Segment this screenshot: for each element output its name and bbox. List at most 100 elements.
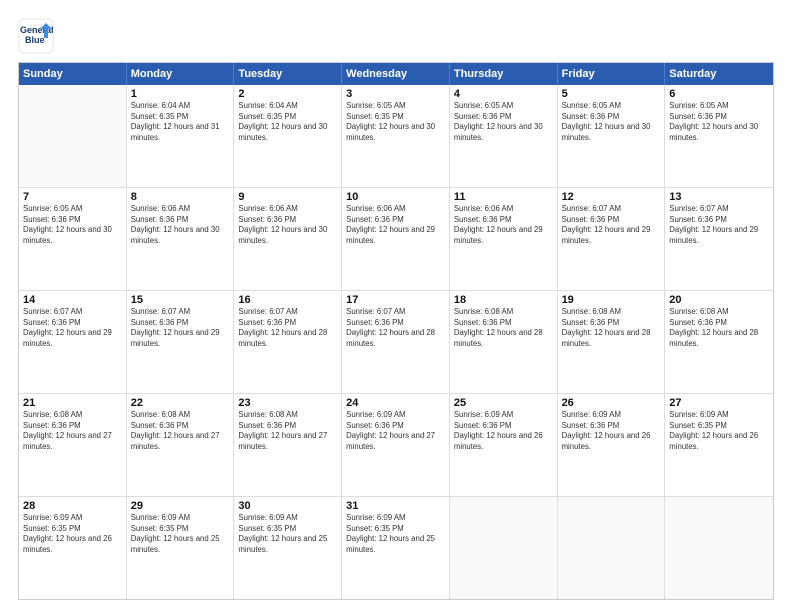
day-cell-27: 27Sunrise: 6:09 AM Sunset: 6:35 PM Dayli… xyxy=(665,394,773,496)
calendar: SundayMondayTuesdayWednesdayThursdayFrid… xyxy=(18,62,774,600)
calendar-header: SundayMondayTuesdayWednesdayThursdayFrid… xyxy=(19,63,773,85)
day-number: 9 xyxy=(238,191,337,203)
day-cell-26: 26Sunrise: 6:09 AM Sunset: 6:36 PM Dayli… xyxy=(558,394,666,496)
day-number: 27 xyxy=(669,397,769,409)
cell-text: Sunrise: 6:08 AM Sunset: 6:36 PM Dayligh… xyxy=(23,410,122,452)
svg-text:Blue: Blue xyxy=(25,35,45,45)
day-number: 15 xyxy=(131,294,230,306)
logo-icon: General Blue xyxy=(18,18,54,54)
cell-text: Sunrise: 6:06 AM Sunset: 6:36 PM Dayligh… xyxy=(454,204,553,246)
day-number: 31 xyxy=(346,500,445,512)
cell-text: Sunrise: 6:07 AM Sunset: 6:36 PM Dayligh… xyxy=(238,307,337,349)
day-cell-2: 2Sunrise: 6:04 AM Sunset: 6:35 PM Daylig… xyxy=(234,85,342,187)
day-number: 17 xyxy=(346,294,445,306)
day-cell-19: 19Sunrise: 6:08 AM Sunset: 6:36 PM Dayli… xyxy=(558,291,666,393)
empty-cell xyxy=(558,497,666,599)
cell-text: Sunrise: 6:06 AM Sunset: 6:36 PM Dayligh… xyxy=(131,204,230,246)
day-cell-24: 24Sunrise: 6:09 AM Sunset: 6:36 PM Dayli… xyxy=(342,394,450,496)
day-number: 7 xyxy=(23,191,122,203)
day-cell-7: 7Sunrise: 6:05 AM Sunset: 6:36 PM Daylig… xyxy=(19,188,127,290)
day-number: 21 xyxy=(23,397,122,409)
day-cell-25: 25Sunrise: 6:09 AM Sunset: 6:36 PM Dayli… xyxy=(450,394,558,496)
cell-text: Sunrise: 6:09 AM Sunset: 6:35 PM Dayligh… xyxy=(131,513,230,555)
day-number: 11 xyxy=(454,191,553,203)
cell-text: Sunrise: 6:08 AM Sunset: 6:36 PM Dayligh… xyxy=(562,307,661,349)
day-number: 10 xyxy=(346,191,445,203)
calendar-body: 1Sunrise: 6:04 AM Sunset: 6:35 PM Daylig… xyxy=(19,85,773,599)
week-5: 28Sunrise: 6:09 AM Sunset: 6:35 PM Dayli… xyxy=(19,497,773,599)
cell-text: Sunrise: 6:09 AM Sunset: 6:35 PM Dayligh… xyxy=(238,513,337,555)
week-4: 21Sunrise: 6:08 AM Sunset: 6:36 PM Dayli… xyxy=(19,394,773,497)
cell-text: Sunrise: 6:09 AM Sunset: 6:35 PM Dayligh… xyxy=(23,513,122,555)
cell-text: Sunrise: 6:09 AM Sunset: 6:36 PM Dayligh… xyxy=(562,410,661,452)
day-number: 20 xyxy=(669,294,769,306)
day-cell-4: 4Sunrise: 6:05 AM Sunset: 6:36 PM Daylig… xyxy=(450,85,558,187)
cell-text: Sunrise: 6:08 AM Sunset: 6:36 PM Dayligh… xyxy=(131,410,230,452)
cell-text: Sunrise: 6:05 AM Sunset: 6:36 PM Dayligh… xyxy=(23,204,122,246)
day-cell-5: 5Sunrise: 6:05 AM Sunset: 6:36 PM Daylig… xyxy=(558,85,666,187)
day-cell-10: 10Sunrise: 6:06 AM Sunset: 6:36 PM Dayli… xyxy=(342,188,450,290)
cell-text: Sunrise: 6:05 AM Sunset: 6:35 PM Dayligh… xyxy=(346,101,445,143)
cell-text: Sunrise: 6:05 AM Sunset: 6:36 PM Dayligh… xyxy=(669,101,769,143)
cell-text: Sunrise: 6:06 AM Sunset: 6:36 PM Dayligh… xyxy=(238,204,337,246)
cell-text: Sunrise: 6:05 AM Sunset: 6:36 PM Dayligh… xyxy=(562,101,661,143)
day-cell-9: 9Sunrise: 6:06 AM Sunset: 6:36 PM Daylig… xyxy=(234,188,342,290)
week-2: 7Sunrise: 6:05 AM Sunset: 6:36 PM Daylig… xyxy=(19,188,773,291)
week-1: 1Sunrise: 6:04 AM Sunset: 6:35 PM Daylig… xyxy=(19,85,773,188)
cell-text: Sunrise: 6:05 AM Sunset: 6:36 PM Dayligh… xyxy=(454,101,553,143)
day-cell-23: 23Sunrise: 6:08 AM Sunset: 6:36 PM Dayli… xyxy=(234,394,342,496)
day-number: 14 xyxy=(23,294,122,306)
cell-text: Sunrise: 6:08 AM Sunset: 6:36 PM Dayligh… xyxy=(454,307,553,349)
day-cell-6: 6Sunrise: 6:05 AM Sunset: 6:36 PM Daylig… xyxy=(665,85,773,187)
day-header-monday: Monday xyxy=(127,63,235,85)
day-number: 8 xyxy=(131,191,230,203)
day-cell-29: 29Sunrise: 6:09 AM Sunset: 6:35 PM Dayli… xyxy=(127,497,235,599)
day-number: 26 xyxy=(562,397,661,409)
day-cell-15: 15Sunrise: 6:07 AM Sunset: 6:36 PM Dayli… xyxy=(127,291,235,393)
day-header-wednesday: Wednesday xyxy=(342,63,450,85)
day-number: 4 xyxy=(454,88,553,100)
day-number: 6 xyxy=(669,88,769,100)
day-cell-17: 17Sunrise: 6:07 AM Sunset: 6:36 PM Dayli… xyxy=(342,291,450,393)
day-cell-12: 12Sunrise: 6:07 AM Sunset: 6:36 PM Dayli… xyxy=(558,188,666,290)
cell-text: Sunrise: 6:07 AM Sunset: 6:36 PM Dayligh… xyxy=(562,204,661,246)
day-cell-20: 20Sunrise: 6:08 AM Sunset: 6:36 PM Dayli… xyxy=(665,291,773,393)
day-number: 30 xyxy=(238,500,337,512)
day-number: 24 xyxy=(346,397,445,409)
day-cell-22: 22Sunrise: 6:08 AM Sunset: 6:36 PM Dayli… xyxy=(127,394,235,496)
day-number: 3 xyxy=(346,88,445,100)
day-header-sunday: Sunday xyxy=(19,63,127,85)
day-cell-18: 18Sunrise: 6:08 AM Sunset: 6:36 PM Dayli… xyxy=(450,291,558,393)
day-cell-1: 1Sunrise: 6:04 AM Sunset: 6:35 PM Daylig… xyxy=(127,85,235,187)
cell-text: Sunrise: 6:08 AM Sunset: 6:36 PM Dayligh… xyxy=(238,410,337,452)
cell-text: Sunrise: 6:06 AM Sunset: 6:36 PM Dayligh… xyxy=(346,204,445,246)
day-cell-16: 16Sunrise: 6:07 AM Sunset: 6:36 PM Dayli… xyxy=(234,291,342,393)
day-number: 2 xyxy=(238,88,337,100)
day-cell-31: 31Sunrise: 6:09 AM Sunset: 6:35 PM Dayli… xyxy=(342,497,450,599)
empty-cell xyxy=(19,85,127,187)
logo: General Blue xyxy=(18,18,54,54)
day-header-saturday: Saturday xyxy=(665,63,773,85)
day-cell-21: 21Sunrise: 6:08 AM Sunset: 6:36 PM Dayli… xyxy=(19,394,127,496)
day-number: 25 xyxy=(454,397,553,409)
header: General Blue xyxy=(18,18,774,54)
cell-text: Sunrise: 6:04 AM Sunset: 6:35 PM Dayligh… xyxy=(131,101,230,143)
week-3: 14Sunrise: 6:07 AM Sunset: 6:36 PM Dayli… xyxy=(19,291,773,394)
day-cell-13: 13Sunrise: 6:07 AM Sunset: 6:36 PM Dayli… xyxy=(665,188,773,290)
empty-cell xyxy=(450,497,558,599)
cell-text: Sunrise: 6:07 AM Sunset: 6:36 PM Dayligh… xyxy=(669,204,769,246)
day-number: 1 xyxy=(131,88,230,100)
day-cell-28: 28Sunrise: 6:09 AM Sunset: 6:35 PM Dayli… xyxy=(19,497,127,599)
day-header-thursday: Thursday xyxy=(450,63,558,85)
empty-cell xyxy=(665,497,773,599)
day-number: 5 xyxy=(562,88,661,100)
day-number: 16 xyxy=(238,294,337,306)
cell-text: Sunrise: 6:07 AM Sunset: 6:36 PM Dayligh… xyxy=(131,307,230,349)
day-cell-3: 3Sunrise: 6:05 AM Sunset: 6:35 PM Daylig… xyxy=(342,85,450,187)
cell-text: Sunrise: 6:09 AM Sunset: 6:36 PM Dayligh… xyxy=(454,410,553,452)
day-number: 12 xyxy=(562,191,661,203)
day-number: 19 xyxy=(562,294,661,306)
cell-text: Sunrise: 6:07 AM Sunset: 6:36 PM Dayligh… xyxy=(23,307,122,349)
cell-text: Sunrise: 6:08 AM Sunset: 6:36 PM Dayligh… xyxy=(669,307,769,349)
day-cell-11: 11Sunrise: 6:06 AM Sunset: 6:36 PM Dayli… xyxy=(450,188,558,290)
